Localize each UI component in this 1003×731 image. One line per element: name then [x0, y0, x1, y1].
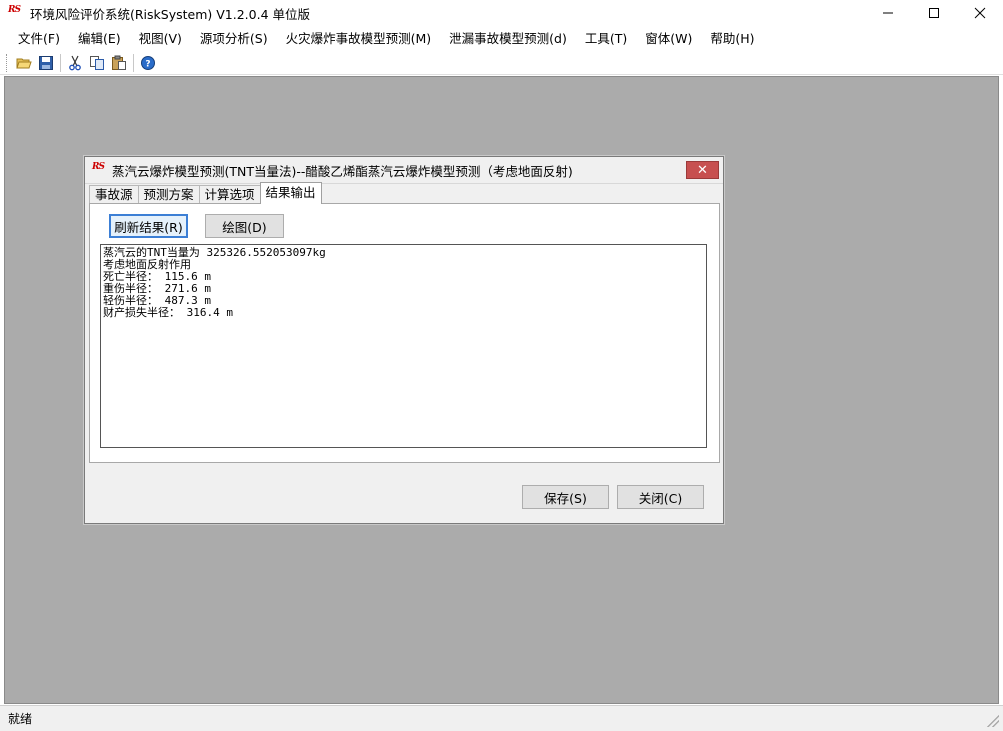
refresh-results-button[interactable]: 刷新结果(R) — [109, 214, 188, 238]
result-output-panel: 刷新结果(R) 绘图(D) 蒸汽云的TNT当量为 325326.55205309… — [89, 203, 720, 463]
help-icon: ? — [141, 55, 155, 70]
toolbar-grip[interactable] — [6, 53, 9, 72]
menu-leak-model[interactable]: 泄漏事故模型预测(d) — [440, 27, 576, 51]
resize-grip[interactable] — [987, 715, 999, 727]
menu-window[interactable]: 窗体(W) — [636, 27, 701, 51]
menu-source-analysis[interactable]: 源项分析(S) — [191, 27, 277, 51]
tab-accident-source[interactable]: 事故源 — [89, 185, 139, 204]
paste-button[interactable] — [108, 52, 130, 74]
copy-icon — [90, 55, 104, 70]
dialog-logo-icon: RS — [92, 162, 105, 172]
app-logo-icon: RS — [8, 5, 21, 15]
dialog-close-button[interactable]: ✕ — [686, 161, 719, 179]
cut-icon — [69, 55, 81, 70]
close-dialog-button[interactable]: 关闭(C) — [617, 485, 704, 509]
status-text: 就绪 — [8, 712, 33, 726]
save-button[interactable] — [35, 52, 57, 74]
dialog-tabs: 事故源 预测方案 计算选项 结果输出 — [89, 182, 322, 204]
app-title: 环境风险评价系统(RiskSystem) V1.2.0.4 单位版 — [30, 6, 311, 22]
output-line-property-loss-radius: 财产损失半径： 316.4 m — [103, 306, 233, 319]
maximize-button[interactable] — [911, 0, 957, 26]
copy-button[interactable] — [86, 52, 108, 74]
menu-edit[interactable]: 编辑(E) — [69, 27, 130, 51]
cut-button[interactable] — [64, 52, 86, 74]
dialog-title-bar[interactable]: RS 蒸汽云爆炸模型预测(TNT当量法)--醋酸乙烯酯蒸汽云爆炸模型预测（考虑地… — [85, 157, 723, 184]
maximize-icon — [929, 8, 939, 18]
vapor-cloud-explosion-dialog: RS 蒸汽云爆炸模型预测(TNT当量法)--醋酸乙烯酯蒸汽云爆炸模型预测（考虑地… — [84, 156, 724, 524]
open-button[interactable] — [13, 52, 35, 74]
minimize-button[interactable] — [865, 0, 911, 26]
close-icon — [974, 7, 986, 19]
toolbar: ? — [0, 51, 1003, 75]
toolbar-separator — [60, 53, 61, 72]
save-results-button[interactable]: 保存(S) — [522, 485, 609, 509]
tab-prediction-plan[interactable]: 预测方案 — [137, 185, 200, 204]
main-title-bar: RS 环境风险评价系统(RiskSystem) V1.2.0.4 单位版 — [0, 0, 1003, 26]
open-folder-icon — [16, 58, 32, 68]
help-button[interactable]: ? — [137, 52, 159, 74]
minimize-icon — [883, 12, 893, 14]
close-icon: ✕ — [697, 162, 708, 178]
close-window-button[interactable] — [957, 0, 1003, 26]
plot-button[interactable]: 绘图(D) — [205, 214, 284, 238]
menu-file[interactable]: 文件(F) — [9, 27, 69, 51]
menu-view[interactable]: 视图(V) — [130, 27, 191, 51]
paste-icon — [112, 55, 126, 70]
status-bar: 就绪 — [0, 705, 1003, 731]
save-icon — [39, 55, 53, 70]
menu-help[interactable]: 帮助(H) — [701, 27, 763, 51]
tab-calculation-options[interactable]: 计算选项 — [198, 185, 261, 204]
menu-bar: 文件(F) 编辑(E) 视图(V) 源项分析(S) 火灾爆炸事故模型预测(M) … — [0, 27, 1003, 51]
menu-tools[interactable]: 工具(T) — [576, 27, 636, 51]
toolbar-separator — [133, 53, 134, 72]
output-line-tnt-equivalent: 蒸汽云的TNT当量为 325326.552053097kg — [103, 246, 326, 259]
svg-text:?: ? — [145, 59, 150, 69]
menu-fire-explosion[interactable]: 火灾爆炸事故模型预测(M) — [277, 27, 441, 51]
tab-result-output[interactable]: 结果输出 — [259, 182, 322, 204]
results-text-area[interactable]: 蒸汽云的TNT当量为 325326.552053097kg 考虑地面反射作用 死… — [100, 244, 707, 448]
dialog-title: 蒸汽云爆炸模型预测(TNT当量法)--醋酸乙烯酯蒸汽云爆炸模型预测（考虑地面反射… — [112, 163, 573, 179]
